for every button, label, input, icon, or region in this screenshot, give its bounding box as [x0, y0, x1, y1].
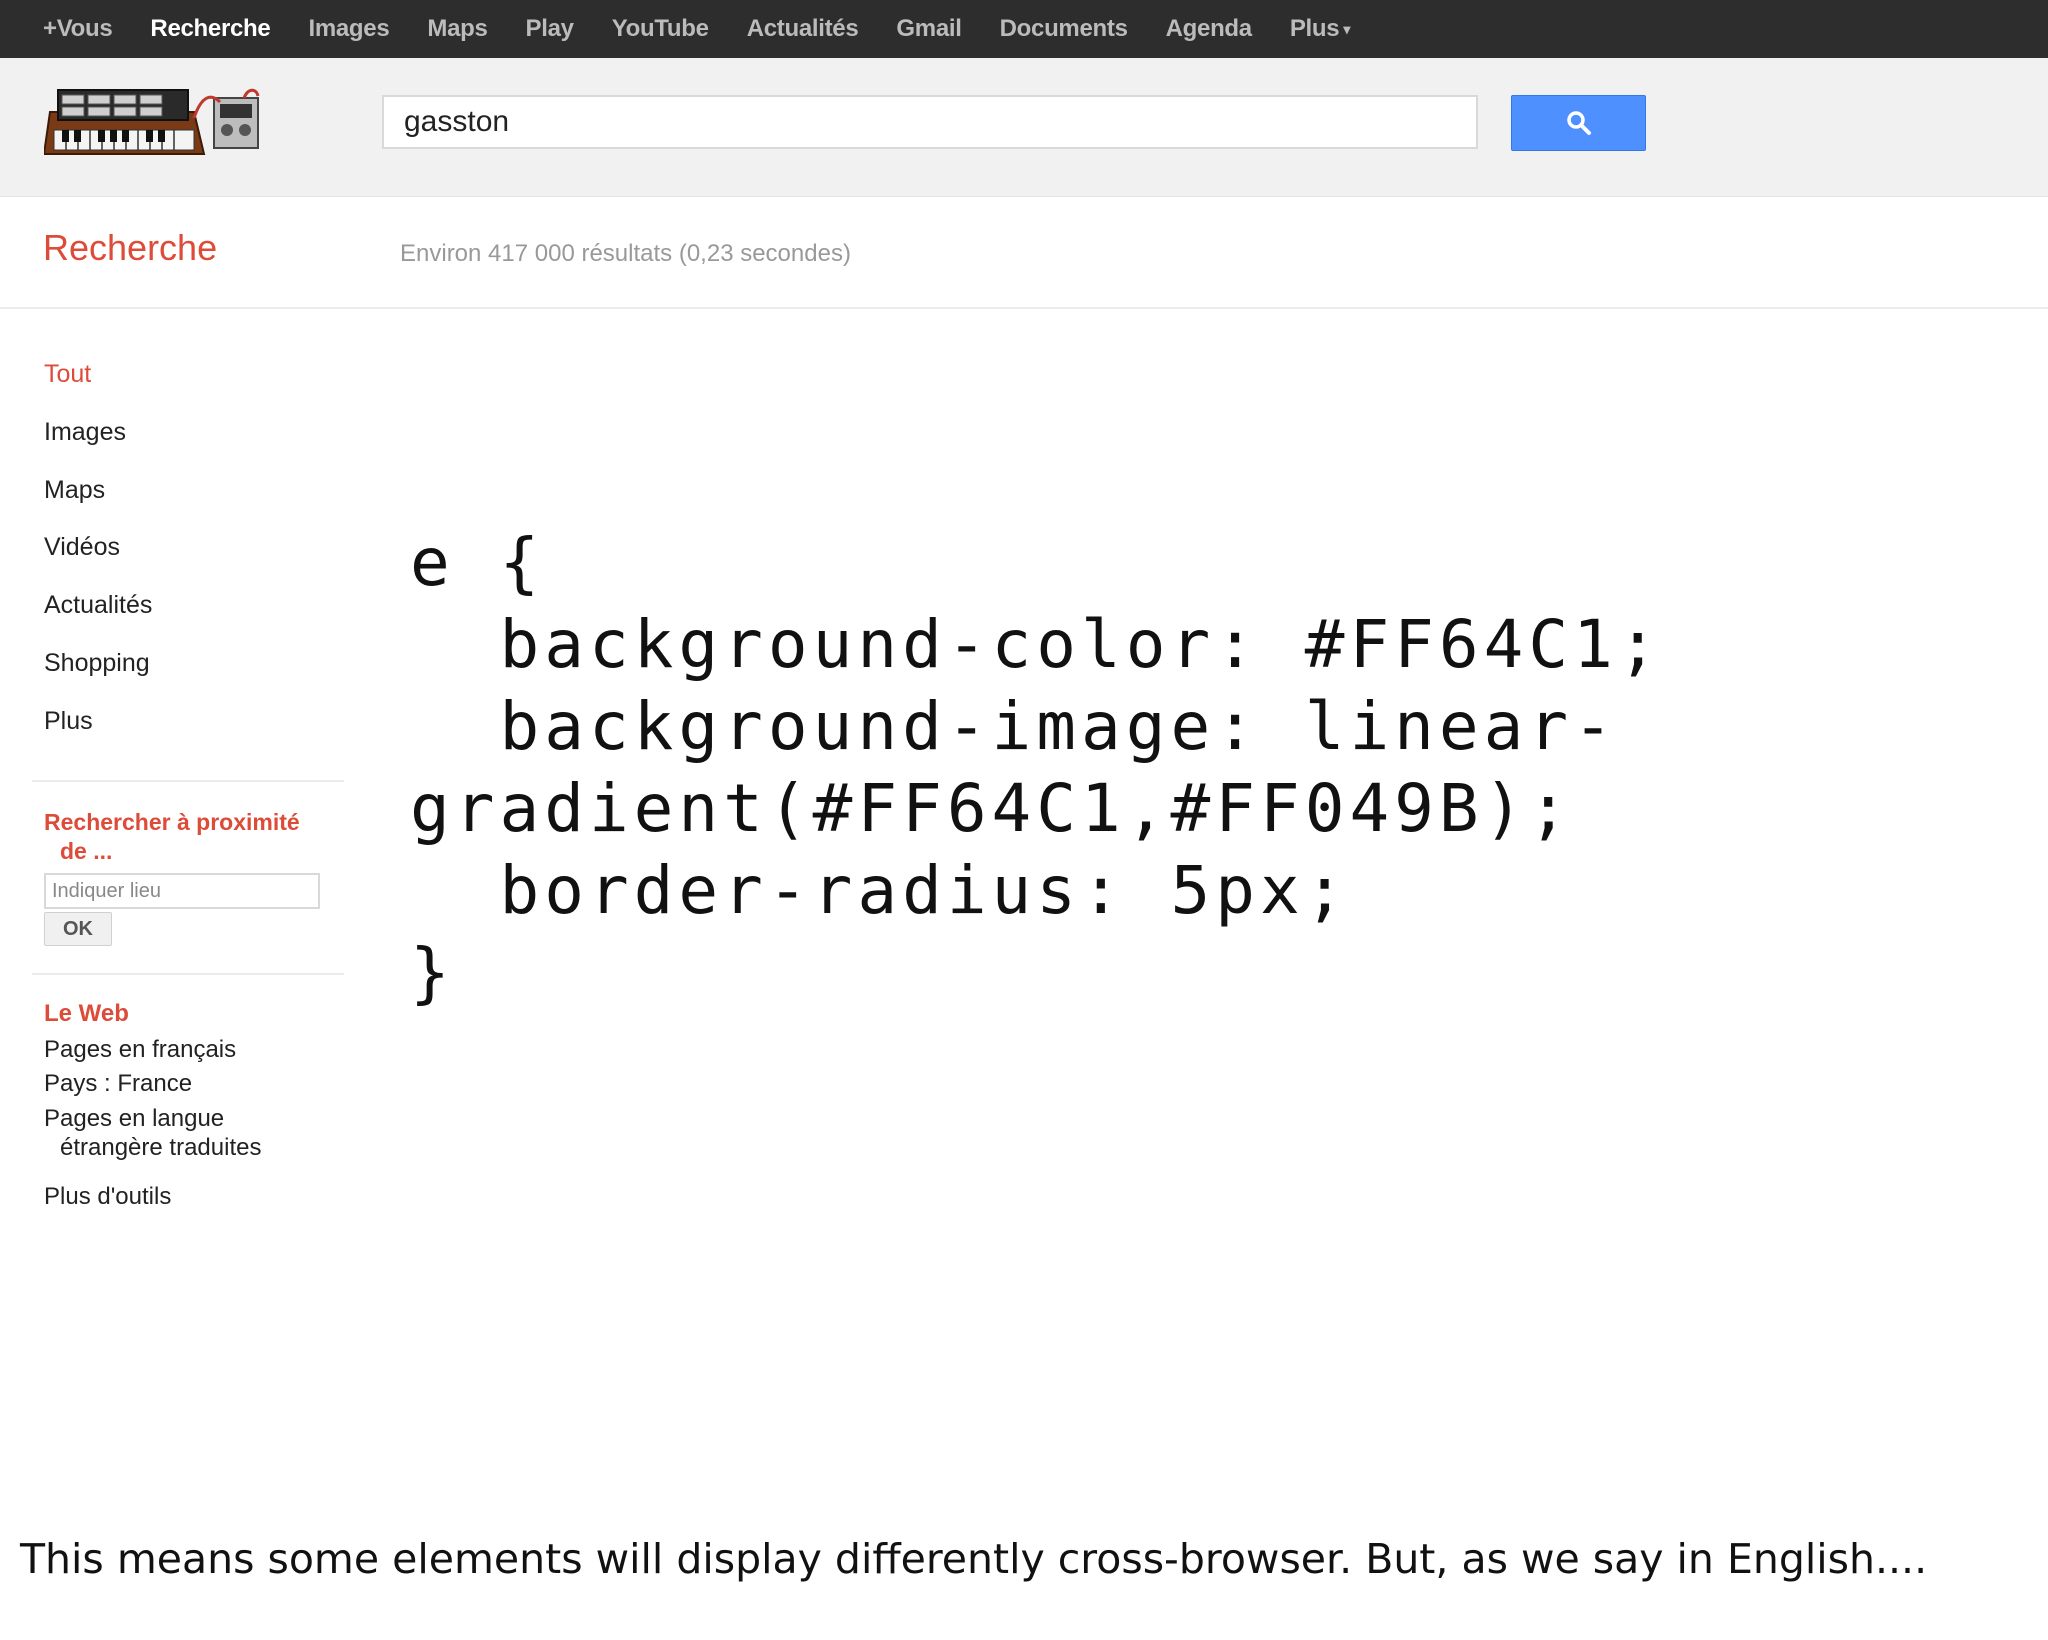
- top-nav-images[interactable]: Images: [308, 15, 389, 43]
- top-nav-plus-label: Plus: [1289, 15, 1340, 42]
- top-nav-bar: +Vous Recherche Images Maps Play YouTube…: [0, 0, 2048, 58]
- sidebar-item-videos[interactable]: Vidéos: [44, 533, 120, 562]
- synthesizer-doodle-logo[interactable]: [44, 84, 264, 168]
- top-nav-maps[interactable]: Maps: [427, 15, 487, 43]
- nearby-title-line2: de ...: [60, 838, 113, 864]
- top-nav-plus[interactable]: Plus ▾: [1289, 15, 1351, 43]
- top-nav-actualites[interactable]: Actualités: [747, 15, 859, 43]
- sidebar-item-maps[interactable]: Maps: [44, 476, 105, 505]
- top-nav-agenda[interactable]: Agenda: [1166, 15, 1253, 43]
- top-nav-vous[interactable]: +Vous: [43, 15, 113, 43]
- translated-line2: étrangère traduites: [60, 1134, 262, 1161]
- search-icon: [1566, 111, 1591, 135]
- web-filter-title[interactable]: Le Web: [44, 1000, 129, 1028]
- slide-caption: This means some elements will display di…: [20, 1535, 1928, 1583]
- nearby-search-title[interactable]: Rechercher à proximité de ...: [44, 808, 334, 866]
- search-header: [0, 58, 2048, 197]
- css-code-snippet: e { background-color: #FF64C1; backgroun…: [410, 524, 1663, 1011]
- translated-line1: Pages en langue: [44, 1105, 225, 1132]
- sidebar-item-shopping[interactable]: Shopping: [44, 649, 150, 678]
- place-input[interactable]: [44, 873, 320, 909]
- caret-down-icon: ▾: [1343, 21, 1351, 38]
- result-stats: Environ 417 000 résultats (0,23 secondes…: [400, 240, 851, 267]
- top-nav-links: +Vous Recherche Images Maps Play YouTube…: [0, 15, 1388, 43]
- sidebar-item-actualites[interactable]: Actualités: [44, 591, 152, 620]
- search-button[interactable]: [1511, 95, 1646, 151]
- top-nav-youtube[interactable]: YouTube: [612, 15, 709, 43]
- filter-country-france[interactable]: Pays : France: [44, 1069, 192, 1098]
- filter-pages-fr[interactable]: Pages en français: [44, 1035, 236, 1064]
- nearby-title-line1: Rechercher à proximité: [44, 809, 300, 835]
- page-title: Recherche: [43, 227, 218, 268]
- top-nav-documents[interactable]: Documents: [1000, 15, 1128, 43]
- sidebar-item-images[interactable]: Images: [44, 418, 126, 447]
- more-tools-link[interactable]: Plus d'outils: [44, 1182, 171, 1211]
- ok-button[interactable]: OK: [44, 912, 112, 946]
- sidebar-item-plus[interactable]: Plus: [44, 707, 93, 736]
- top-nav-play[interactable]: Play: [526, 15, 574, 43]
- sidebar-divider: [32, 780, 344, 782]
- sidebar-divider-2: [32, 973, 344, 975]
- results-bar: Recherche Environ 417 000 résultats (0,2…: [0, 197, 2048, 309]
- sidebar: Tout Images Maps Vidéos Actualités Shopp…: [0, 308, 345, 1228]
- top-nav-recherche[interactable]: Recherche: [150, 15, 270, 43]
- filter-translated-pages[interactable]: Pages en langue étrangère traduites: [44, 1104, 261, 1162]
- sidebar-item-tout[interactable]: Tout: [44, 360, 91, 389]
- search-input[interactable]: [382, 95, 1478, 149]
- top-nav-gmail[interactable]: Gmail: [896, 15, 962, 43]
